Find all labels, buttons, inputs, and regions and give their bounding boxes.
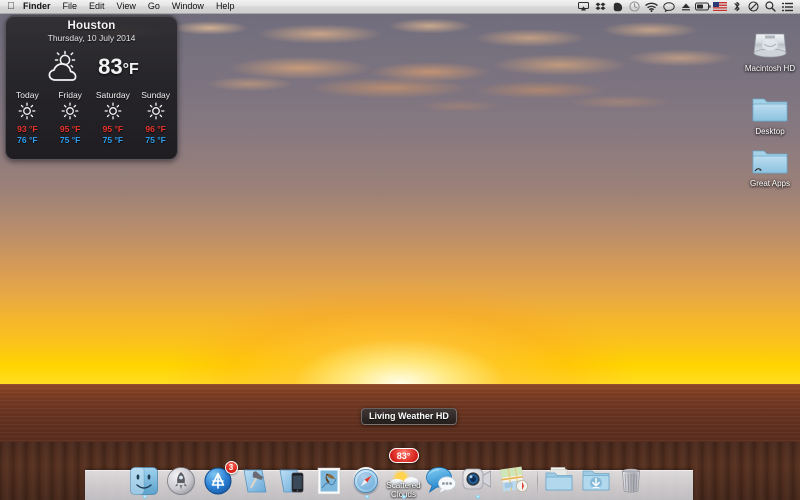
mail-stamp-icon: [314, 466, 346, 498]
forecast-high-temp: 95 °F: [92, 124, 135, 134]
menu-bar:  Finder File Edit View Go Window Help: [0, 0, 800, 14]
forecast-low-temp: 75 °F: [49, 135, 92, 145]
forecast-high-temp: 96 °F: [134, 124, 177, 134]
dock-item-documents-stack[interactable]: [542, 462, 578, 498]
sun-icon: [49, 101, 92, 121]
menu-item-window[interactable]: Window: [166, 0, 210, 13]
weather-temp-unit: °F: [123, 61, 139, 78]
dock-item-living-weather-hd[interactable]: 83° Scattered Clouds: [386, 462, 422, 498]
dock-item-mail[interactable]: [312, 462, 348, 498]
dock-item-messages[interactable]: [423, 462, 459, 498]
weather-temp-value: 83: [98, 54, 122, 79]
xcode-hammer-icon: [240, 466, 272, 498]
weather-city: Houston: [6, 20, 177, 32]
downloads-folder-icon: [581, 466, 613, 498]
desktop-icon-macintosh-hd[interactable]: Macintosh HD: [730, 22, 800, 73]
dock-item-safari[interactable]: [349, 462, 385, 498]
forecast-low-temp: 76 °F: [6, 135, 49, 145]
ios-simulator-icon: [277, 466, 309, 498]
running-indicator: [402, 495, 406, 499]
menu-item-file[interactable]: File: [57, 0, 84, 13]
menu-item-view[interactable]: View: [111, 0, 142, 13]
menu-item-edit[interactable]: Edit: [83, 0, 111, 13]
menu-bar-left:  Finder File Edit View Go Window Help: [0, 0, 240, 13]
weather-widget[interactable]: Houston Thursday, 10 July 2014 83°F: [5, 15, 178, 160]
facetime-camera-icon: [462, 466, 494, 498]
forecast-day-friday[interactable]: Friday 95 °F 75 °F: [49, 90, 92, 145]
evernote-icon[interactable]: [609, 0, 626, 13]
dock-item-maps[interactable]: [497, 462, 533, 498]
forecast-high-temp: 93 °F: [6, 124, 49, 134]
eject-icon[interactable]: [677, 0, 694, 13]
forecast-day-label: Today: [6, 90, 49, 100]
desktop-icon-label: Great Apps: [750, 179, 790, 188]
forecast-day-label: Saturday: [92, 90, 135, 100]
desktop-icon-label: Macintosh HD: [745, 64, 795, 73]
dock-tooltip: Living Weather HD: [361, 408, 457, 425]
dock-item-trash[interactable]: [616, 462, 652, 498]
forecast-day-label: Friday: [49, 90, 92, 100]
desktop-icon-great-apps-folder[interactable]: Great Apps: [730, 137, 800, 188]
forecast-low-temp: 75 °F: [134, 135, 177, 145]
timemachine-icon[interactable]: [626, 0, 643, 13]
airplay-icon[interactable]: [575, 0, 592, 13]
dock-item-launchpad[interactable]: [164, 462, 200, 498]
folder-stack-icon: [544, 466, 576, 498]
messages-icon[interactable]: [660, 0, 677, 13]
spotlight-search-icon[interactable]: [762, 0, 779, 13]
desktop-icon-desktop-folder[interactable]: Desktop: [730, 85, 800, 136]
trash-icon: [618, 466, 650, 498]
menu-bar-status-area: [575, 0, 800, 13]
menu-item-finder[interactable]: Finder: [17, 0, 57, 13]
bluetooth-icon[interactable]: [728, 0, 745, 13]
weather-temp-badge: 83°: [389, 448, 419, 463]
safari-compass-icon: [351, 466, 383, 498]
dock-item-ios-simulator[interactable]: [275, 462, 311, 498]
app-store-badge: 3: [225, 461, 238, 474]
weather-current-temp: 83°F: [98, 54, 139, 80]
dock-item-facetime[interactable]: [460, 462, 496, 498]
battery-icon[interactable]: [694, 0, 711, 13]
menu-item-go[interactable]: Go: [142, 0, 166, 13]
sun-behind-cloud-icon: [44, 50, 86, 84]
running-indicator: [476, 495, 480, 499]
finder-icon: [129, 466, 161, 498]
desktop-icon-label: Desktop: [755, 127, 784, 136]
dock-separator: [537, 467, 538, 495]
maps-icon: [499, 466, 531, 498]
launchpad-rocket-icon: [166, 466, 198, 498]
hard-drive-icon: [748, 22, 792, 62]
folder-icon: [748, 85, 792, 125]
forecast-day-label: Sunday: [134, 90, 177, 100]
sun-icon: [134, 101, 177, 121]
apple-logo-icon[interactable]: : [5, 0, 17, 13]
menu-item-help[interactable]: Help: [210, 0, 241, 13]
weather-current-conditions: 83°F: [6, 47, 177, 87]
folder-alias-icon: [748, 137, 792, 177]
donotdisturb-icon[interactable]: [745, 0, 762, 13]
dock-item-finder[interactable]: [127, 462, 163, 498]
dock-item-downloads-stack[interactable]: [579, 462, 615, 498]
forecast-low-temp: 75 °F: [92, 135, 135, 145]
running-indicator: [365, 495, 369, 499]
sun-icon: [92, 101, 135, 121]
flag-us-icon[interactable]: [711, 0, 728, 13]
dock: 3: [85, 462, 693, 500]
running-indicator: [143, 495, 147, 499]
messages-bubble-icon: [425, 466, 457, 498]
dock-items: 3: [85, 462, 693, 498]
dropbox-icon[interactable]: [592, 0, 609, 13]
forecast-high-temp: 95 °F: [49, 124, 92, 134]
forecast-day-today[interactable]: Today 93 °F 76 °F: [6, 90, 49, 145]
weather-forecast-row: Today 93 °F 76 °F Friday 95 °F 75 °F Sat…: [6, 90, 177, 145]
sun-icon: [6, 101, 49, 121]
wifi-icon[interactable]: [643, 0, 660, 13]
weather-condition-line1: Scattered: [386, 481, 420, 490]
dock-item-app-store[interactable]: 3: [201, 462, 237, 498]
forecast-day-saturday[interactable]: Saturday 95 °F 75 °F: [92, 90, 135, 145]
dock-item-xcode[interactable]: [238, 462, 274, 498]
forecast-day-sunday[interactable]: Sunday 96 °F 75 °F: [134, 90, 177, 145]
notification-center-icon[interactable]: [779, 0, 796, 13]
weather-date: Thursday, 10 July 2014: [6, 33, 177, 43]
